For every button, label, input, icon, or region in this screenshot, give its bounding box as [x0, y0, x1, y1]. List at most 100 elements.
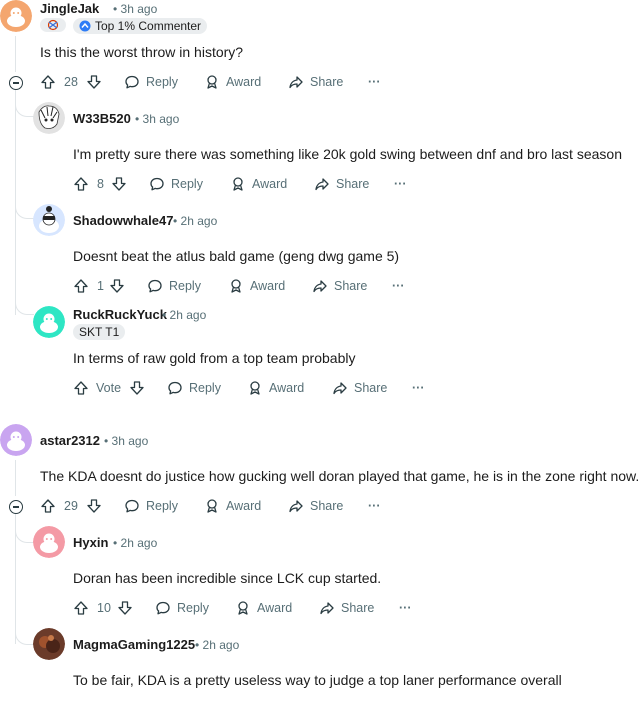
award-button[interactable]: Award [247, 378, 304, 398]
avatar[interactable] [33, 204, 65, 236]
reply-label: Reply [189, 381, 221, 395]
time: 2h ago [202, 638, 240, 652]
upvote-button[interactable] [73, 378, 89, 398]
reply-label: Reply [146, 499, 178, 513]
upvote-button[interactable] [40, 72, 56, 92]
more-options-icon[interactable]: ··· [368, 496, 381, 516]
share-button[interactable]: Share [312, 276, 367, 296]
award-button[interactable]: Award [230, 174, 287, 194]
user-flair: SKT T1 [73, 324, 126, 340]
comment-body: The KDA doesnt do justice how gucking we… [40, 468, 640, 484]
award-label: Award [226, 499, 262, 513]
reply-label: Reply [177, 601, 209, 615]
award-button[interactable]: Award [204, 496, 261, 516]
comment-author[interactable]: RuckRuckYuck [73, 307, 167, 322]
comment-body: To be fair, KDA is a pretty useless way … [73, 672, 562, 688]
comment-body: In terms of raw gold from a top team pro… [73, 350, 356, 366]
time: 3h ago [111, 434, 149, 448]
comment-timestamp: • 2h ago [195, 638, 240, 652]
vote-count: 1 [97, 279, 104, 293]
more-options-icon[interactable]: ··· [412, 378, 425, 398]
more-options-icon[interactable]: ··· [399, 598, 412, 618]
vote-count: 10 [97, 601, 111, 615]
thread-line [15, 36, 16, 72]
avatar[interactable] [33, 526, 65, 558]
downvote-button[interactable] [86, 496, 102, 516]
collapse-thread-button[interactable] [9, 500, 23, 514]
share-label: Share [310, 75, 344, 89]
comment-author[interactable]: astar2312 [40, 433, 100, 448]
award-button[interactable]: Award [228, 276, 285, 296]
award-label: Award [269, 381, 305, 395]
upvote-button[interactable] [73, 174, 89, 194]
reply-button[interactable]: Reply [124, 496, 178, 516]
comment-actions: 1 Reply Award Share ··· [73, 276, 433, 296]
comment-author[interactable]: MagmaGaming1225 [73, 637, 195, 652]
reply-button[interactable]: Reply [147, 276, 201, 296]
more-options-icon[interactable]: ··· [368, 72, 381, 92]
avatar[interactable] [0, 424, 32, 456]
comment-timestamp: • 2h ago [113, 536, 158, 550]
upvote-button[interactable] [73, 598, 89, 618]
upvote-button[interactable] [40, 496, 56, 516]
avatar[interactable] [33, 306, 65, 338]
share-label: Share [354, 381, 388, 395]
reply-button[interactable]: Reply [149, 174, 203, 194]
comment-timestamp: • 3h ago [104, 434, 149, 448]
share-button[interactable]: Share [314, 174, 369, 194]
award-button[interactable]: Award [235, 598, 292, 618]
comment-author[interactable]: W33B520 [73, 111, 131, 126]
avatar[interactable] [33, 628, 65, 660]
comment-author[interactable]: JingleJak [40, 1, 99, 16]
avatar[interactable] [0, 0, 32, 32]
comment-body: Doran has been incredible since LCK cup … [73, 570, 382, 586]
share-label: Share [336, 177, 370, 191]
top-commenter-badge: Top 1% Commenter [73, 18, 208, 34]
award-button[interactable]: Award [204, 72, 261, 92]
share-button[interactable]: Share [319, 598, 374, 618]
downvote-button[interactable] [129, 378, 145, 398]
reply-button[interactable]: Reply [155, 598, 209, 618]
more-options-icon[interactable]: ··· [392, 276, 405, 296]
downvote-button[interactable] [117, 598, 133, 618]
downvote-button[interactable] [111, 174, 127, 194]
comment-author[interactable]: Shadowwhale47 [73, 213, 173, 228]
comment-actions: 8 Reply Award Share ··· [73, 174, 433, 194]
share-label: Share [334, 279, 368, 293]
vote-count: 8 [97, 177, 104, 191]
share-button[interactable]: Share [332, 378, 387, 398]
more-options-icon[interactable]: ··· [394, 174, 407, 194]
thread-branch [15, 200, 34, 219]
comment-timestamp: • 3h ago [113, 2, 158, 16]
comment-timestamp: • 3h ago [135, 112, 180, 126]
vote-label: Vote [96, 381, 122, 395]
reply-label: Reply [171, 177, 203, 191]
time: 2h ago [180, 214, 218, 228]
collapse-thread-button[interactable] [9, 76, 23, 90]
downvote-button[interactable] [109, 276, 125, 296]
comment-actions: 28 Reply Award Share ··· [40, 72, 400, 92]
time: 3h ago [120, 2, 158, 16]
comment-body: I'm pretty sure there was something like… [73, 146, 622, 162]
upvote-button[interactable] [73, 276, 89, 296]
share-button[interactable]: Share [288, 496, 343, 516]
avatar[interactable] [33, 102, 65, 134]
vote-count: 28 [64, 75, 78, 89]
time: 3h ago [142, 112, 180, 126]
reply-button[interactable]: Reply [124, 72, 178, 92]
comment-actions: Vote Reply Award Share ··· [73, 378, 433, 398]
thread-branch [15, 100, 34, 117]
comment-actions: 10 Reply Award Share ··· [73, 598, 433, 618]
reply-button[interactable]: Reply [167, 378, 221, 398]
comment-timestamp: • 2h ago [173, 214, 218, 228]
award-label: Award [226, 75, 262, 89]
thread-branch [15, 626, 34, 645]
share-button[interactable]: Share [288, 72, 343, 92]
share-label: Share [341, 601, 375, 615]
downvote-button[interactable] [86, 72, 102, 92]
comment-author[interactable]: Hyxin [73, 535, 108, 550]
thread-line [15, 460, 16, 496]
award-label: Award [257, 601, 293, 615]
comment-body: Is this the worst throw in history? [40, 44, 244, 60]
comment-timestamp: • 2h ago [162, 308, 207, 322]
